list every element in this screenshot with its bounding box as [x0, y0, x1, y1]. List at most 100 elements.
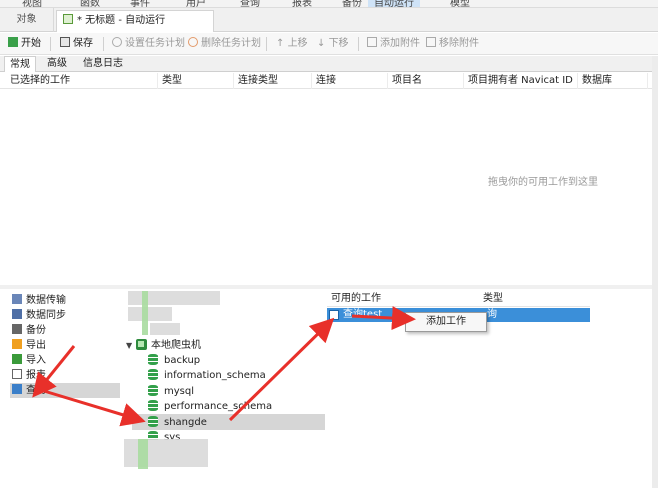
start-label: 开始	[21, 38, 41, 49]
move-down-button[interactable]: ↓ 下移	[317, 33, 349, 55]
database-icon	[148, 354, 158, 365]
db-label: shangde	[164, 417, 207, 428]
col-type[interactable]: 类型	[160, 73, 234, 89]
play-icon	[8, 37, 18, 47]
vertical-scrollbar[interactable]	[652, 56, 658, 488]
list-item-export[interactable]: 导出	[12, 338, 50, 353]
toolbar-divider	[50, 37, 51, 51]
save-icon	[60, 37, 70, 47]
query-icon	[329, 310, 339, 320]
arrow-down-icon: ↓	[317, 38, 329, 49]
menu-bar: 视图 函数 事件 用户 查询 报表 备份 自动运行 模型	[0, 0, 658, 8]
db-label: mysql	[164, 386, 194, 397]
list-item-data-transfer[interactable]: 数据传输	[12, 293, 70, 308]
list-item-label: 备份	[26, 325, 46, 336]
add-job-menu-item[interactable]: 添加工作	[406, 313, 486, 331]
job-name: 查询test	[343, 309, 383, 320]
selected-jobs-grid[interactable]: 已选择的工作 类型 连接类型 连接 项目名 项目拥有者 Navicat ID 数…	[0, 73, 652, 285]
redacted-item	[142, 291, 148, 335]
tab-title: * 无标题 - 自动运行	[77, 15, 166, 26]
col-database[interactable]: 数据库	[580, 73, 648, 89]
tree-db-shangde[interactable]: shangde	[148, 415, 207, 430]
delete-clock-icon	[188, 37, 198, 47]
automation-icon	[63, 14, 73, 24]
col-available-job[interactable]: 可用的工作	[331, 291, 381, 307]
save-label: 保存	[73, 38, 93, 49]
tab-general[interactable]: 常规	[4, 56, 36, 72]
redacted-item	[150, 323, 180, 335]
data-transfer-icon	[12, 294, 22, 304]
clock-icon	[112, 37, 122, 47]
tab-untitled-automation[interactable]: * 无标题 - 自动运行	[56, 10, 214, 32]
list-item-backup[interactable]: 备份	[12, 323, 50, 338]
col-connection-type[interactable]: 连接类型	[236, 73, 312, 89]
save-button[interactable]: 保存	[60, 33, 93, 55]
database-icon	[148, 416, 158, 427]
move-up-button[interactable]: ↑ 上移	[276, 33, 308, 55]
database-icon	[148, 369, 158, 380]
query-icon	[12, 384, 22, 394]
add-attachment-button[interactable]: 添加附件	[367, 33, 420, 55]
mysql-connection-icon	[136, 339, 147, 350]
set-schedule-label: 设置任务计划	[125, 38, 185, 49]
set-schedule-button[interactable]: 设置任务计划	[112, 33, 185, 55]
context-menu: 添加工作	[405, 312, 487, 332]
redacted-item	[124, 439, 208, 467]
list-item-label: 数据传输	[26, 295, 66, 306]
col-project-owner[interactable]: 项目拥有者 Navicat ID	[466, 73, 578, 89]
list-item-label: 导出	[26, 340, 46, 351]
menu-backup[interactable]: 备份	[342, 0, 362, 7]
tree-db-information-schema[interactable]: information_schema	[148, 368, 266, 383]
chevron-down-icon[interactable]: ▼	[126, 338, 134, 353]
export-icon	[12, 339, 22, 349]
menu-model[interactable]: 模型	[450, 0, 470, 7]
attachment-remove-icon	[426, 37, 436, 47]
app-window: 视图 函数 事件 用户 查询 报表 备份 自动运行 模型 对象 * 无标题 - …	[0, 0, 658, 488]
connection-tree: ▼ 本地爬虫机 backup information_schema mysql p…	[120, 289, 325, 488]
list-item-import[interactable]: 导入	[12, 353, 50, 368]
tree-db-backup[interactable]: backup	[148, 353, 200, 368]
database-icon	[148, 385, 158, 396]
attachment-add-icon	[367, 37, 377, 47]
tab-row: 对象 * 无标题 - 自动运行	[0, 8, 658, 32]
job-type: 询	[487, 309, 497, 320]
job-type-list: 数据传输 数据同步 备份 导出 导入 报表 查询	[0, 289, 120, 488]
menu-report[interactable]: 报表	[292, 0, 312, 7]
remove-attachment-button[interactable]: 移除附件	[426, 33, 479, 55]
tab-advanced[interactable]: 高级	[42, 56, 72, 72]
tree-db-mysql[interactable]: mysql	[148, 384, 194, 399]
menu-automation[interactable]: 自动运行	[368, 0, 420, 7]
menu-query[interactable]: 查询	[240, 0, 260, 7]
add-attachment-label: 添加附件	[380, 38, 420, 49]
delete-schedule-button[interactable]: 删除任务计划	[188, 33, 261, 55]
move-down-label: 下移	[328, 38, 349, 49]
col-connection[interactable]: 连接	[314, 73, 388, 89]
col-project-name[interactable]: 项目名	[390, 73, 464, 89]
start-button[interactable]: 开始	[8, 33, 41, 55]
toolbar: 开始 保存 设置任务计划 删除任务计划 ↑ 上移 ↓ 下移 添加附件 移除附件	[0, 33, 658, 55]
list-item-data-sync[interactable]: 数据同步	[12, 308, 70, 323]
grid-header: 已选择的工作 类型 连接类型 连接 项目名 项目拥有者 Navicat ID 数…	[0, 73, 652, 89]
col-selected-job[interactable]: 已选择的工作	[8, 73, 158, 89]
list-item-query[interactable]: 查询	[10, 383, 120, 398]
list-item-label: 导入	[26, 355, 46, 366]
move-up-label: 上移	[287, 38, 308, 49]
toolbar-divider	[358, 37, 359, 51]
list-item-report[interactable]: 报表	[12, 368, 50, 383]
import-icon	[12, 354, 22, 364]
redacted-item	[138, 439, 148, 469]
toolbar-divider	[266, 37, 267, 51]
tab-objects[interactable]: 对象	[0, 8, 54, 32]
menu-user[interactable]: 用户	[186, 0, 206, 7]
tab-message-log[interactable]: 信息日志	[78, 56, 128, 72]
menu-event[interactable]: 事件	[130, 0, 150, 7]
col-available-type[interactable]: 类型	[483, 291, 503, 307]
drop-placeholder: 拖曳你的可用工作到这里	[488, 177, 598, 188]
sub-tabs: 常规 高级 信息日志	[0, 56, 658, 72]
tree-db-performance-schema[interactable]: performance_schema	[148, 399, 272, 414]
menu-function[interactable]: 函数	[80, 0, 100, 7]
menu-view[interactable]: 视图	[22, 0, 42, 7]
backup-icon	[12, 324, 22, 334]
connection-label: 本地爬虫机	[151, 340, 201, 351]
connection-node[interactable]: ▼ 本地爬虫机	[126, 338, 201, 353]
